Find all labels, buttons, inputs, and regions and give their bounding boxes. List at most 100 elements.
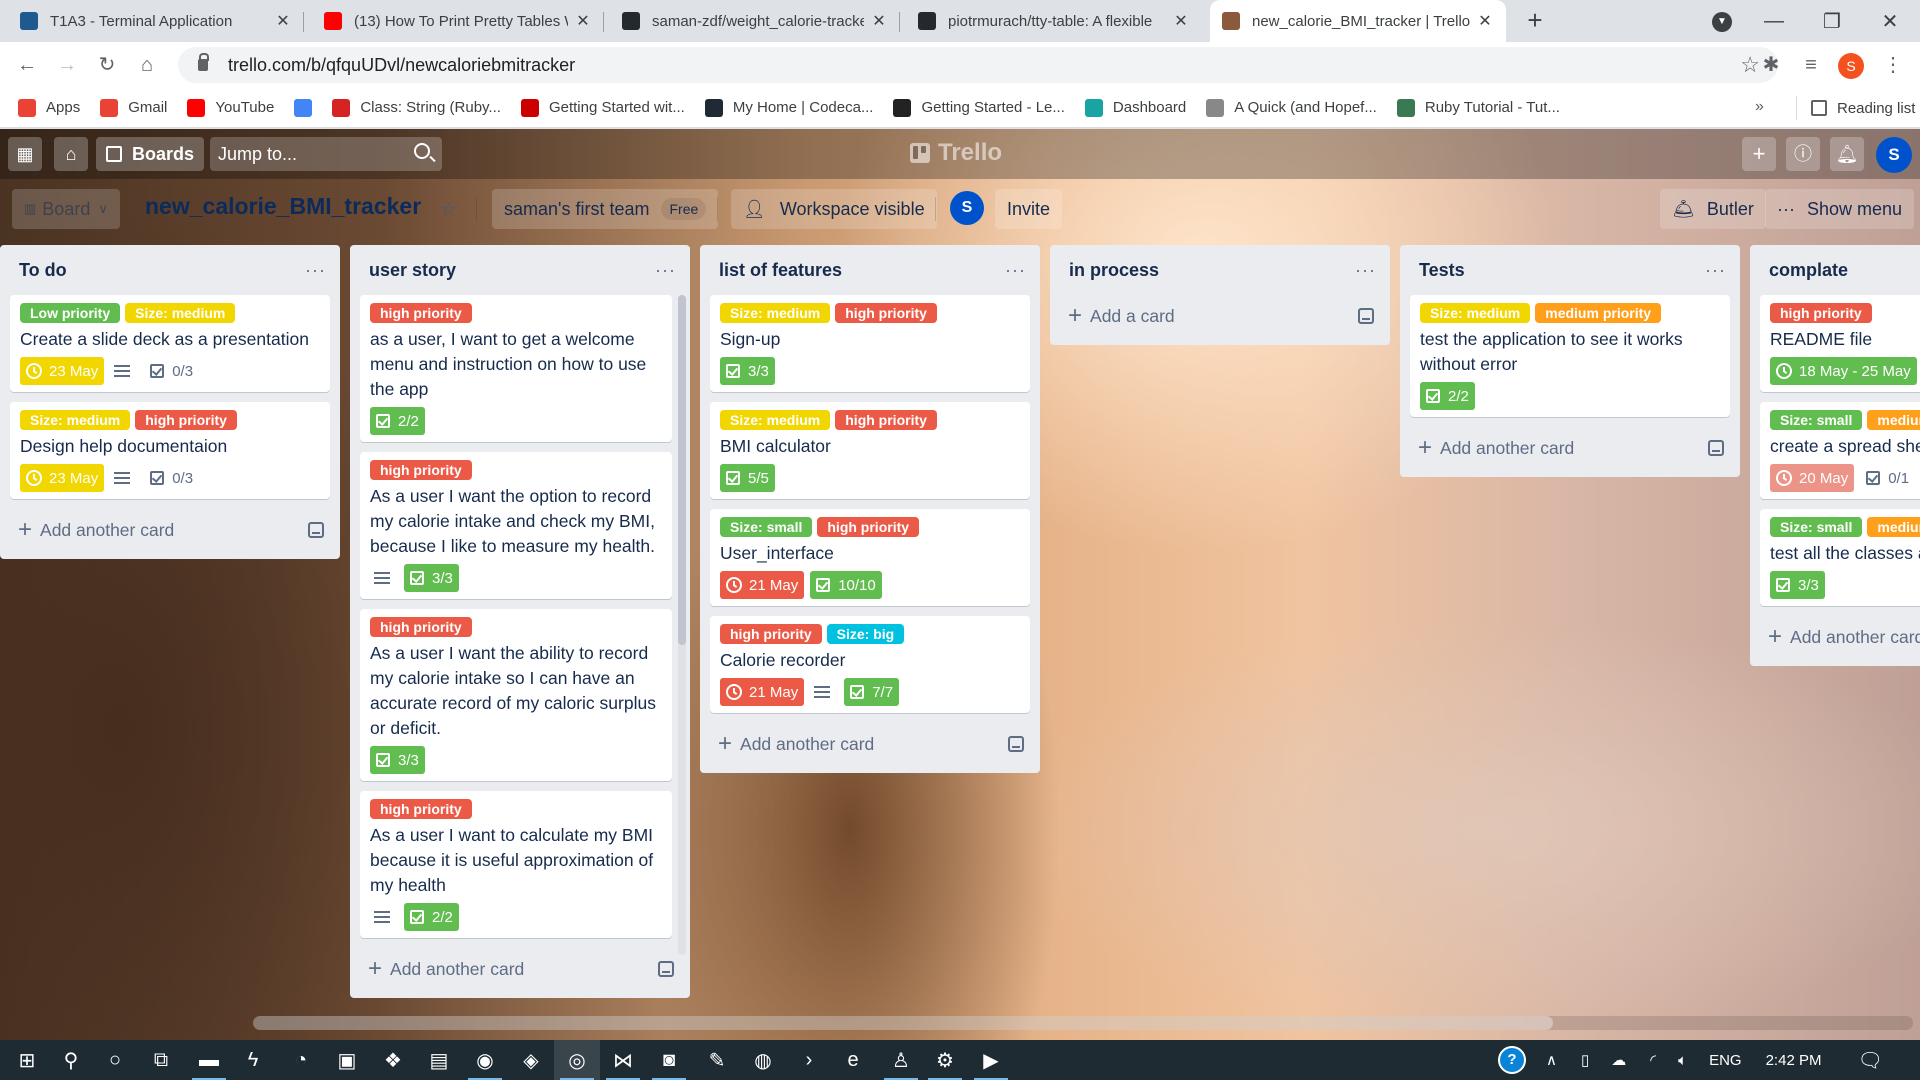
card-label[interactable]: Low priority bbox=[20, 303, 121, 323]
powershell-icon[interactable]: › bbox=[786, 1040, 832, 1080]
close-tab-icon[interactable]: ✕ bbox=[574, 11, 592, 31]
board-member-avatar[interactable]: S bbox=[950, 191, 984, 225]
invite-button[interactable]: Invite bbox=[995, 189, 1063, 229]
reading-list-button[interactable]: Reading list bbox=[1796, 96, 1915, 120]
close-tab-icon[interactable]: ✕ bbox=[1476, 11, 1494, 31]
close-tab-icon[interactable]: ✕ bbox=[870, 11, 888, 31]
card-label[interactable]: high priority bbox=[720, 624, 822, 644]
card-label[interactable]: Size: big bbox=[826, 624, 905, 644]
new-tab-button[interactable]: + bbox=[1520, 6, 1550, 36]
chrome-menu-icon[interactable]: ⋮ bbox=[1878, 50, 1908, 80]
notepad-icon[interactable]: ▤ bbox=[416, 1040, 462, 1080]
list-title[interactable]: in process bbox=[1069, 260, 1159, 281]
card-label[interactable]: Size: medium bbox=[720, 410, 831, 430]
card-label[interactable]: medium priority bbox=[1535, 303, 1662, 323]
help-icon[interactable]: ? bbox=[1498, 1046, 1526, 1074]
scrollbar-thumb[interactable] bbox=[253, 1016, 1553, 1030]
due-date-badge[interactable]: 20 May bbox=[1770, 464, 1855, 492]
list-title[interactable]: complate bbox=[1769, 260, 1848, 281]
bookmark-item[interactable]: My Home | Codeca... bbox=[704, 98, 873, 117]
bookmark-item[interactable]: Class: String (Ruby... bbox=[332, 98, 501, 117]
search-icon[interactable]: ⚲ bbox=[48, 1040, 94, 1080]
card-template-icon[interactable] bbox=[1008, 736, 1024, 752]
task-view-icon[interactable]: ⧉ bbox=[138, 1040, 184, 1080]
card[interactable]: high priority As a user I want the abilit… bbox=[360, 609, 672, 781]
create-button[interactable]: + bbox=[1742, 137, 1776, 171]
reload-icon[interactable]: ↻ bbox=[92, 50, 122, 80]
ubuntu-icon[interactable]: ◍ bbox=[740, 1040, 786, 1080]
bookmark-item[interactable]: Apps bbox=[18, 98, 80, 117]
eclipse-icon[interactable]: e bbox=[830, 1040, 876, 1080]
home-icon[interactable]: ⌂ bbox=[132, 50, 162, 80]
linux-icon[interactable]: ♙ bbox=[878, 1040, 924, 1080]
card-label[interactable]: high priority bbox=[370, 460, 472, 480]
home-button[interactable]: ⌂ bbox=[54, 137, 88, 171]
maximize-icon[interactable]: ❐ bbox=[1803, 9, 1861, 34]
browser-tab[interactable]: T1A3 - Terminal Application ✕ bbox=[8, 0, 304, 42]
add-card-button[interactable]: + Add another card bbox=[1410, 427, 1730, 469]
card-label[interactable]: Size: small bbox=[720, 517, 813, 537]
add-card-button[interactable]: + Add another card bbox=[1760, 616, 1920, 658]
clock[interactable]: 2:42 PM bbox=[1766, 1052, 1822, 1069]
list-header[interactable]: Tests ··· bbox=[1410, 245, 1730, 295]
bookmark-item[interactable]: Dashboard bbox=[1084, 98, 1186, 117]
star-board-button[interactable]: ☆ bbox=[428, 189, 470, 229]
due-date-badge[interactable]: 23 May bbox=[20, 357, 105, 385]
card-label[interactable]: Size: medium bbox=[720, 303, 831, 323]
start-icon[interactable]: ⊞ bbox=[4, 1040, 50, 1080]
notification-center-icon[interactable]: 🗨︎ bbox=[1857, 1048, 1882, 1073]
list-header[interactable]: To do ··· bbox=[10, 245, 330, 295]
wifi-icon[interactable]: ◜ bbox=[1650, 1051, 1656, 1069]
card-label[interactable]: medium priority bbox=[1867, 410, 1920, 430]
boards-button[interactable]: Boards bbox=[96, 137, 205, 171]
firefox-icon[interactable]: ◉ bbox=[462, 1040, 508, 1080]
gimp-icon[interactable]: ✎ bbox=[694, 1040, 740, 1080]
list-menu-icon[interactable]: ··· bbox=[655, 260, 676, 281]
store-icon[interactable]: ▣ bbox=[324, 1040, 370, 1080]
board-horizontal-scrollbar[interactable] bbox=[253, 1016, 1913, 1030]
bookmark-item[interactable] bbox=[294, 98, 313, 117]
back-icon[interactable]: ← bbox=[12, 50, 42, 80]
close-tab-icon[interactable]: ✕ bbox=[274, 11, 292, 31]
minimize-icon[interactable]: — bbox=[1745, 10, 1803, 33]
list-menu-icon[interactable]: ··· bbox=[1705, 260, 1726, 281]
notifications-button[interactable]: 🔔︎ bbox=[1830, 137, 1864, 171]
show-menu-button[interactable]: ··· Show menu bbox=[1765, 189, 1915, 229]
card-label[interactable]: high priority bbox=[835, 410, 937, 430]
card-template-icon[interactable] bbox=[308, 522, 324, 538]
dropbox-icon[interactable]: ❖ bbox=[370, 1040, 416, 1080]
list-title[interactable]: list of features bbox=[719, 260, 842, 281]
card[interactable]: high priority As a user I want the option… bbox=[360, 452, 672, 599]
tab-search-icon[interactable]: ▼ bbox=[1712, 12, 1732, 32]
due-date-badge[interactable]: 21 May bbox=[720, 678, 805, 706]
card[interactable]: Size: medium medium priority test the appl… bbox=[1410, 295, 1730, 417]
list-menu-icon[interactable]: ··· bbox=[1355, 260, 1376, 281]
bookmark-item[interactable]: YouTube bbox=[187, 98, 274, 117]
browser-tab[interactable]: saman-zdf/weight_calorie-tracke ✕ bbox=[610, 0, 900, 42]
volume-icon[interactable]: 🔈︎ bbox=[1678, 1052, 1687, 1069]
card-label[interactable]: high priority bbox=[370, 303, 472, 323]
close-tab-icon[interactable]: ✕ bbox=[1172, 11, 1190, 31]
close-window-icon[interactable]: ✕ bbox=[1861, 9, 1919, 34]
add-card-button[interactable]: + Add a card bbox=[1060, 295, 1380, 337]
bookmark-item[interactable]: Ruby Tutorial - Tut... bbox=[1396, 98, 1560, 117]
due-date-badge[interactable]: 23 May bbox=[20, 464, 105, 492]
card-label[interactable]: high priority bbox=[1770, 303, 1872, 323]
youtube-music-icon[interactable]: ▶ bbox=[968, 1040, 1014, 1080]
chrome-icon[interactable]: ◎ bbox=[554, 1040, 600, 1080]
edge-icon[interactable]: ◔ bbox=[278, 1040, 324, 1080]
bookmark-item[interactable]: Getting Started wit... bbox=[520, 98, 685, 117]
card-label[interactable]: Size: medium bbox=[1420, 303, 1531, 323]
due-date-badge[interactable]: 21 May bbox=[720, 571, 805, 599]
media-control-icon[interactable]: ≡ bbox=[1796, 50, 1826, 80]
add-card-button[interactable]: + Add another card bbox=[360, 948, 680, 990]
card-template-icon[interactable] bbox=[1358, 308, 1374, 324]
card-label[interactable]: Size: medium bbox=[125, 303, 236, 323]
card[interactable]: Size: medium high priority BMI calculator 5… bbox=[710, 402, 1030, 499]
list-scrollbar[interactable] bbox=[678, 295, 686, 955]
extensions-icon[interactable]: ✱ bbox=[1756, 50, 1786, 80]
browser-tab[interactable]: (13) How To Print Pretty Tables W ✕ bbox=[312, 0, 604, 42]
address-bar[interactable]: trello.com/b/qfquUDvl/newcaloriebmitrack… bbox=[178, 47, 1778, 83]
card-label[interactable]: high priority bbox=[135, 410, 237, 430]
app-switcher-button[interactable]: ▦ bbox=[8, 137, 42, 171]
